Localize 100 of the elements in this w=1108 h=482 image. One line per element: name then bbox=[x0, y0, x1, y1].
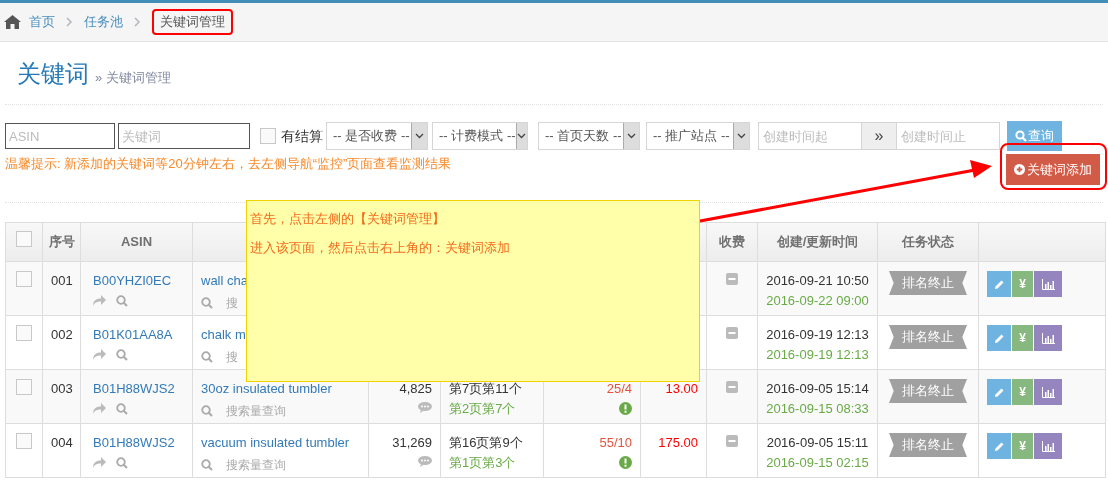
pencil-icon bbox=[993, 278, 1005, 290]
settled-checkbox[interactable] bbox=[260, 128, 276, 144]
share-icon[interactable] bbox=[93, 402, 106, 415]
chevron-icon bbox=[134, 17, 141, 27]
search-volume: 31,269 bbox=[391, 434, 432, 452]
edit-button[interactable] bbox=[987, 379, 1011, 405]
search-volume-link[interactable]: 搜索量查询 bbox=[226, 455, 286, 474]
row-checkbox[interactable] bbox=[16, 379, 32, 395]
select-dropdown[interactable]: -- 推广站点 -- bbox=[646, 122, 750, 150]
comment-icon[interactable] bbox=[418, 401, 432, 413]
hint-text: 温馨提示: 新添加的关键词等20分钟左右，去左侧导航“监控”页面查看监测结果 bbox=[5, 155, 452, 173]
note-text: 首先，点击左侧的【关键词管理】 bbox=[249, 210, 446, 228]
select-dropdown[interactable]: -- 首页天数 -- bbox=[538, 122, 640, 150]
search-icon[interactable] bbox=[116, 402, 128, 415]
caret-icon[interactable] bbox=[627, 133, 636, 139]
date-from-field[interactable]: 创建时间起 bbox=[758, 122, 862, 150]
keyword-field[interactable]: 关键词 bbox=[118, 123, 250, 149]
keyword-link[interactable]: 30oz insulated tumbler bbox=[201, 379, 332, 399]
share-icon[interactable] bbox=[93, 456, 106, 469]
search-volume-link[interactable]: 搜 bbox=[226, 347, 238, 366]
updated-time: 2016-09-22 09:00 bbox=[766, 291, 869, 310]
alert-icon[interactable] bbox=[619, 401, 632, 415]
minus-icon[interactable] bbox=[726, 273, 738, 285]
row-checkbox[interactable] bbox=[16, 325, 32, 341]
search-icon[interactable] bbox=[116, 294, 128, 307]
chart-button[interactable] bbox=[1034, 433, 1062, 459]
select-dropdown[interactable]: -- 是否收费 -- bbox=[326, 122, 428, 150]
chart-button[interactable] bbox=[1034, 271, 1062, 297]
alert-icon[interactable] bbox=[619, 455, 632, 469]
status-ribbon: 排名终止 bbox=[889, 325, 967, 349]
row-number: 004 bbox=[51, 435, 73, 450]
minus-icon[interactable] bbox=[726, 327, 738, 339]
search-volume-link[interactable]: 搜 bbox=[226, 293, 238, 312]
bar-chart-icon bbox=[1041, 440, 1055, 452]
note-text: 进入该页面，然后点击右上角的：关键词添加 bbox=[249, 238, 511, 257]
search-volume: 4,825 bbox=[398, 380, 432, 398]
date-to-field[interactable]: 创建时间止 bbox=[896, 122, 1000, 150]
caret-icon[interactable] bbox=[517, 133, 527, 139]
rank-text: 第16页第9个 bbox=[449, 434, 524, 452]
bar-chart-icon bbox=[1041, 278, 1055, 290]
column-header: 创建/更新时间 bbox=[776, 234, 859, 250]
column-header: 序号 bbox=[48, 234, 75, 250]
comment-icon[interactable] bbox=[418, 455, 432, 467]
updated-time: 2016-09-15 08:33 bbox=[766, 399, 869, 418]
row-number: 001 bbox=[51, 273, 73, 288]
created-time: 2016-09-05 15:14 bbox=[766, 380, 869, 398]
edit-button[interactable] bbox=[987, 271, 1011, 297]
row-checkbox[interactable] bbox=[16, 271, 32, 287]
ratio-text: 55/10 bbox=[598, 434, 632, 452]
search-icon[interactable] bbox=[201, 350, 213, 363]
created-time: 2016-09-19 12:13 bbox=[766, 326, 869, 344]
status-ribbon: 排名终止 bbox=[889, 433, 967, 457]
pencil-icon bbox=[993, 440, 1005, 452]
created-time: 2016-09-21 10:50 bbox=[766, 272, 869, 290]
updated-time: 2016-09-19 12:13 bbox=[766, 345, 869, 364]
bar-chart-icon bbox=[1041, 386, 1055, 398]
select-all-checkbox[interactable] bbox=[16, 231, 32, 248]
minus-icon[interactable] bbox=[726, 435, 738, 447]
edit-button[interactable] bbox=[987, 325, 1011, 351]
edit-button[interactable] bbox=[987, 433, 1011, 459]
row-checkbox[interactable] bbox=[16, 433, 32, 449]
price-button[interactable]: ¥ bbox=[1012, 433, 1033, 459]
keyword-link[interactable]: vacuum insulated tumbler bbox=[201, 433, 350, 453]
date-range-separator: » bbox=[862, 122, 896, 150]
page-title: 关键词 bbox=[17, 59, 89, 89]
status-ribbon: 排名终止 bbox=[889, 271, 967, 295]
search-icon[interactable] bbox=[116, 456, 128, 469]
column-header: 收费 bbox=[719, 234, 745, 250]
search-icon[interactable] bbox=[116, 348, 128, 361]
price-button[interactable]: ¥ bbox=[1012, 325, 1033, 351]
search-icon[interactable] bbox=[201, 404, 213, 417]
search-button[interactable]: 查询 bbox=[1007, 121, 1062, 151]
home-icon[interactable] bbox=[4, 15, 21, 29]
asin-field[interactable]: ASIN bbox=[5, 123, 115, 149]
breadcrumb-link[interactable]: 任务池 bbox=[84, 12, 123, 32]
minus-icon[interactable] bbox=[726, 381, 738, 393]
select-dropdown[interactable]: -- 计费模式 -- bbox=[432, 122, 528, 150]
ratio-text: 25/4 bbox=[605, 380, 632, 398]
chart-button[interactable] bbox=[1034, 379, 1062, 405]
status-ribbon: 排名终止 bbox=[889, 379, 967, 403]
price-button[interactable]: ¥ bbox=[1012, 379, 1033, 405]
plus-circle-icon bbox=[1014, 164, 1025, 175]
keyword-link[interactable]: chalk m bbox=[201, 325, 246, 345]
home-rank-text: 第1页第3个 bbox=[449, 453, 517, 472]
add-keyword-button[interactable]: 关键词添加 bbox=[1006, 154, 1100, 185]
price-button[interactable]: ¥ bbox=[1012, 271, 1033, 297]
breadcrumb-link[interactable]: 首页 bbox=[29, 12, 55, 32]
caret-icon[interactable] bbox=[737, 133, 746, 139]
fee-amount: 175.00 bbox=[658, 435, 698, 450]
page-subtitle: » 关键词管理 bbox=[95, 69, 171, 87]
pencil-icon bbox=[993, 386, 1005, 398]
settled-label: 有结算 bbox=[281, 126, 323, 146]
search-volume-link[interactable]: 搜索量查询 bbox=[226, 401, 286, 420]
share-icon[interactable] bbox=[93, 294, 106, 307]
share-icon[interactable] bbox=[93, 348, 106, 361]
search-icon[interactable] bbox=[201, 296, 213, 309]
caret-icon[interactable] bbox=[415, 133, 424, 139]
chart-button[interactable] bbox=[1034, 325, 1062, 351]
search-icon bbox=[1015, 130, 1027, 142]
search-icon[interactable] bbox=[201, 458, 213, 471]
